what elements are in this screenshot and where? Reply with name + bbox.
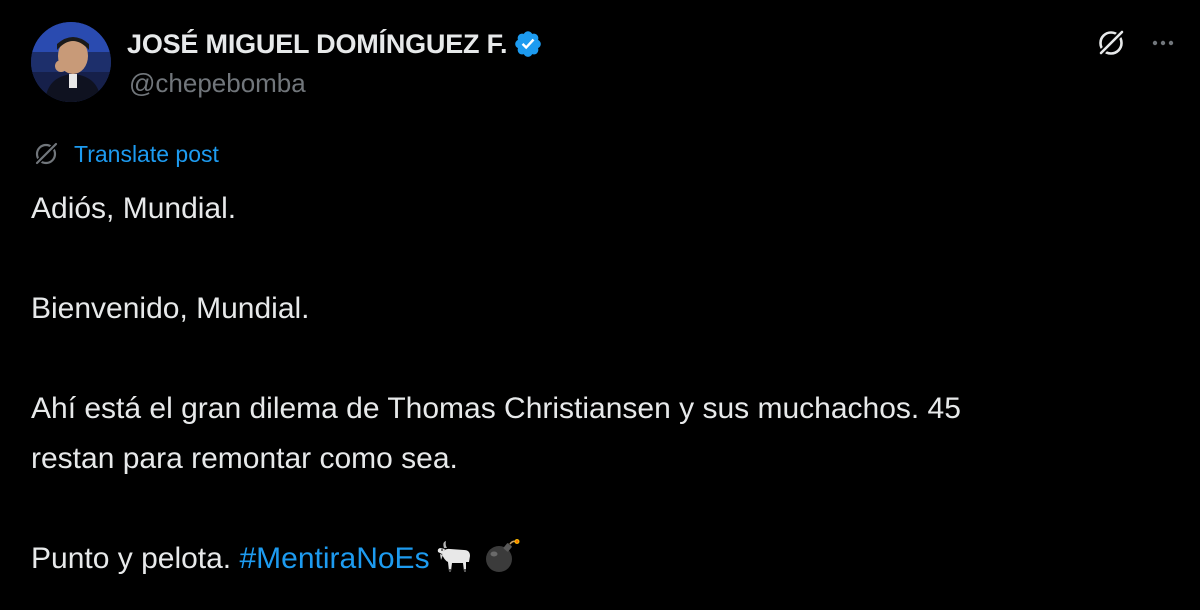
post-paragraph-4: Punto y pelota. #MentiraNoEs [31,534,1171,584]
author-name-row: JOSÉ MIGUEL DOMÍNGUEZ F. [127,24,543,64]
post-paragraph-1: Adiós, Mundial. [31,192,237,225]
verified-badge-icon[interactable] [513,29,543,59]
translate-icon [34,142,58,166]
post-paragraph-2: Bienvenido, Mundial. [31,292,310,325]
author-display-name[interactable]: JOSÉ MIGUEL DOMÍNGUEZ F. [127,29,507,60]
hashtag-link[interactable]: #MentiraNoEs [239,542,429,575]
bomb-emoji-icon [485,539,520,572]
grok-slash-circle-icon[interactable] [1094,26,1128,60]
post-paragraph-4-text: Punto y pelota. [31,542,240,575]
more-horizontal-icon[interactable] [1146,26,1180,60]
avatar-image [31,22,111,102]
avatar[interactable] [31,22,111,102]
translate-post-label: Translate post [74,140,219,167]
post-body: Adiós, Mundial. Bienvenido, Mundial. Ahí… [31,184,1171,584]
author-handle[interactable]: @chepebomba [129,68,306,99]
post-paragraph-3-line-1: Ahí está el gran dilema de Thomas Christ… [31,392,961,425]
translate-post-button[interactable]: Translate post [32,140,219,168]
post-paragraph-3-line-2: restan para remontar como sea. [31,442,458,475]
goat-emoji-icon [437,541,470,572]
